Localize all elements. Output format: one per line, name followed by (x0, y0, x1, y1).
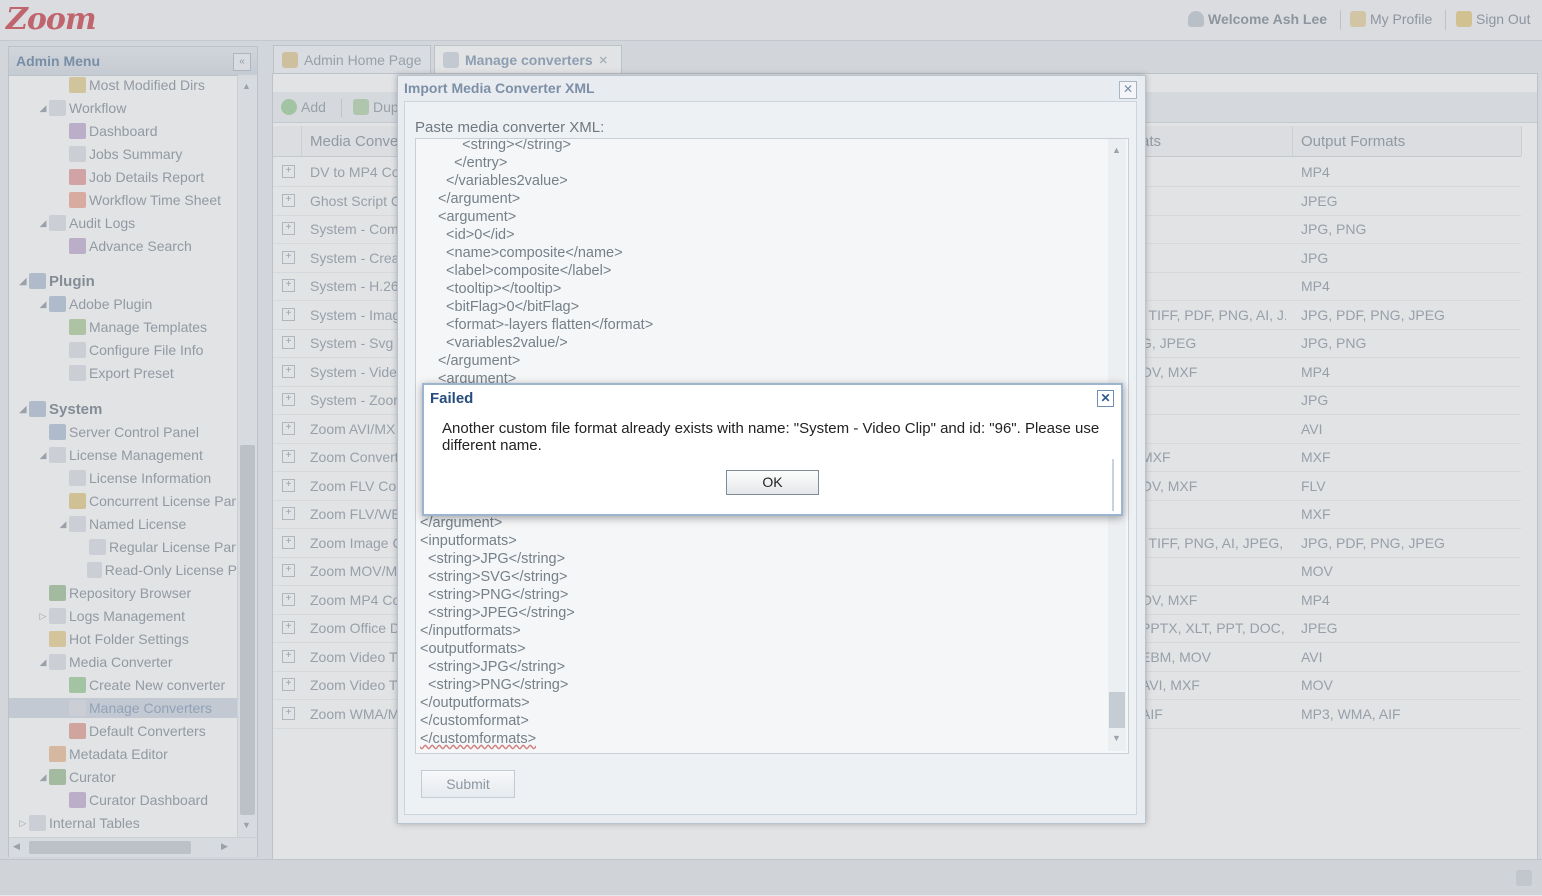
xml-line: <name>composite</name> (438, 245, 623, 261)
failed-dialog-title: Failed (430, 390, 474, 407)
dialog-edge (1112, 459, 1114, 511)
xml-line: <tooltip></tooltip> (438, 281, 562, 297)
failed-message: Another custom file format already exist… (442, 420, 1100, 454)
xml-line: </argument> (420, 515, 503, 531)
scroll-down-arrow-icon[interactable]: ▼ (1112, 733, 1121, 743)
xml-line: <id>0</id> (438, 227, 515, 243)
scrollbar-thumb[interactable] (1109, 692, 1125, 728)
xml-line: <string>PNG</string> (420, 587, 569, 603)
xml-line: <string>PNG</string> (420, 677, 569, 693)
submit-button[interactable]: Submit (421, 770, 515, 798)
close-icon[interactable]: ✕ (1097, 390, 1114, 407)
xml-line: <argument> (438, 209, 517, 225)
xml-line: </inputformats> (420, 623, 521, 639)
xml-line: </entry> (438, 155, 508, 171)
failed-alert-dialog: Failed ✕ Another custom file format alre… (422, 383, 1123, 516)
xml-line: </variables2value> (438, 173, 568, 189)
xml-line: </customformats> (420, 731, 537, 747)
paste-xml-label: Paste media converter XML: (415, 119, 605, 136)
xml-line: <string>SVG</string> (420, 569, 568, 585)
import-dialog-title: Import Media Converter XML (404, 80, 595, 96)
xml-line: <bitFlag>0</bitFlag> (438, 299, 580, 315)
xml-line: <outputformats> (420, 641, 526, 657)
xml-line: <string></string> (438, 139, 571, 153)
xml-line: <string>JPG</string> (420, 551, 566, 567)
xml-line: <format>-layers flatten</format> (438, 317, 654, 333)
xml-line: <label>composite</label> (438, 263, 612, 279)
xml-line: <string>JPG</string> (420, 659, 566, 675)
close-icon[interactable]: ✕ (1119, 81, 1137, 99)
xml-line: <variables2value/> (438, 335, 568, 351)
xml-line: <string>JPEG</string> (420, 605, 575, 621)
xml-line: </argument> (438, 191, 521, 207)
xml-line: </argument> (438, 353, 521, 369)
scroll-up-arrow-icon[interactable]: ▲ (1112, 145, 1121, 155)
xml-line: </outputformats> (420, 695, 530, 711)
failed-dialog-header: Failed ✕ (424, 385, 1121, 411)
ok-button[interactable]: OK (726, 470, 819, 495)
xml-line: </customformat> (420, 713, 529, 729)
xml-line: <inputformats> (420, 533, 517, 549)
